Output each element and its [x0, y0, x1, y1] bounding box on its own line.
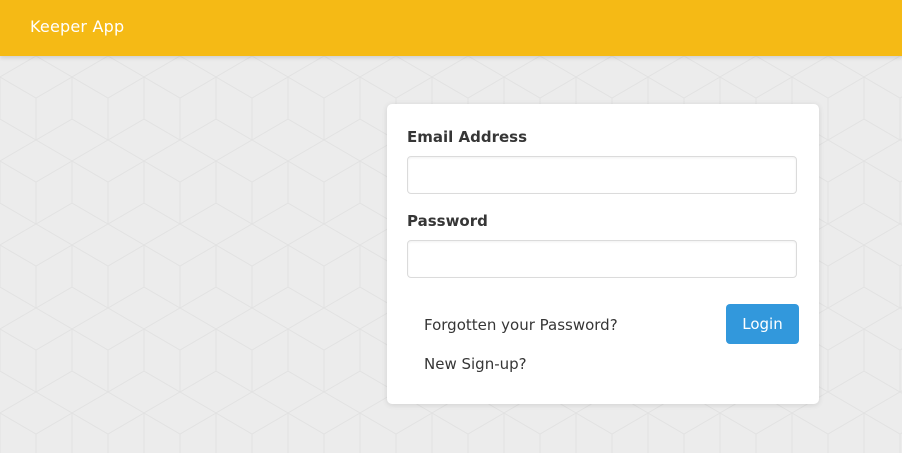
password-field[interactable]	[407, 240, 797, 278]
password-label: Password	[407, 212, 488, 230]
login-button[interactable]: Login	[726, 304, 799, 344]
app-header: Keeper App	[0, 0, 902, 56]
signup-link[interactable]: New Sign-up?	[424, 355, 527, 373]
email-field[interactable]	[407, 156, 797, 194]
app-title[interactable]: Keeper App	[30, 17, 124, 36]
email-label: Email Address	[407, 128, 528, 146]
login-card: Email Address Password Forgotten your Pa…	[387, 104, 819, 404]
forgot-password-link[interactable]: Forgotten your Password?	[424, 316, 618, 334]
